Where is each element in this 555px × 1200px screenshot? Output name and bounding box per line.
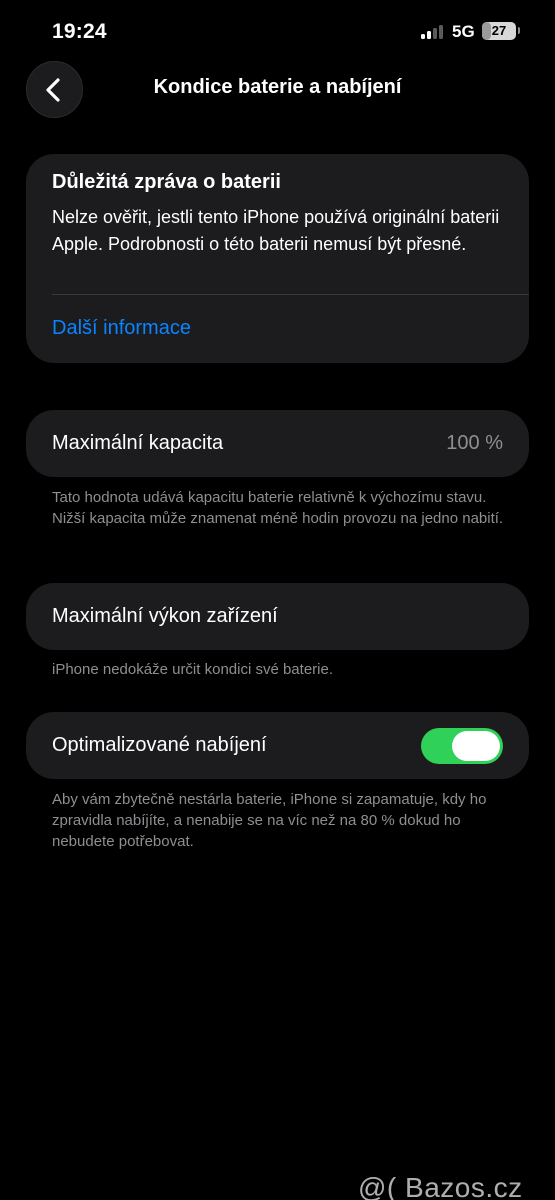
page-title: Kondice baterie a nabíjení bbox=[153, 76, 402, 98]
battery-tip bbox=[518, 27, 520, 34]
peak-performance-row: Maximální výkon zařízení bbox=[26, 583, 529, 650]
status-time: 19:24 bbox=[52, 20, 107, 43]
watermark-logo: @( Bazos.cz bbox=[358, 1172, 523, 1200]
battery-health-screen: 19:24 5G 27 Kondice baterie a nabíjení D… bbox=[0, 0, 555, 1200]
max-capacity-row: Maximální kapacita 100 % bbox=[26, 410, 529, 477]
optimized-charging-toggle[interactable] bbox=[421, 728, 503, 764]
optimized-charging-row: Optimalizované nabíjení bbox=[26, 712, 529, 779]
battery-notice-card: Důležitá zpráva o baterii Nelze ověřit, … bbox=[26, 154, 529, 363]
signal-icon bbox=[421, 25, 447, 39]
max-capacity-value: 100 % bbox=[446, 432, 503, 454]
notice-body: Nelze ověřit, jestli tento iPhone použív… bbox=[52, 207, 500, 254]
divider bbox=[52, 294, 529, 295]
notice-title: Důležitá zpráva o baterii bbox=[52, 171, 281, 193]
network-type: 5G bbox=[452, 22, 475, 41]
toggle-knob bbox=[452, 731, 500, 761]
optimized-charging-label: Optimalizované nabíjení bbox=[52, 734, 267, 756]
more-info-link[interactable]: Další informace bbox=[52, 317, 191, 340]
status-bar: 19:24 5G 27 bbox=[0, 0, 555, 64]
max-capacity-label: Maximální kapacita bbox=[52, 432, 224, 454]
battery-percent: 27 bbox=[491, 23, 507, 38]
capacity-footnote: Tato hodnota udává kapacitu baterie rela… bbox=[52, 489, 504, 527]
peak-performance-label: Maximální výkon zařízení bbox=[52, 605, 278, 627]
performance-footnote: iPhone nedokáže určit kondici své bateri… bbox=[52, 661, 334, 678]
charging-footnote: Aby vám zbytečně nestárla baterie, iPhon… bbox=[52, 791, 487, 850]
battery-icon: 27 bbox=[482, 22, 516, 40]
